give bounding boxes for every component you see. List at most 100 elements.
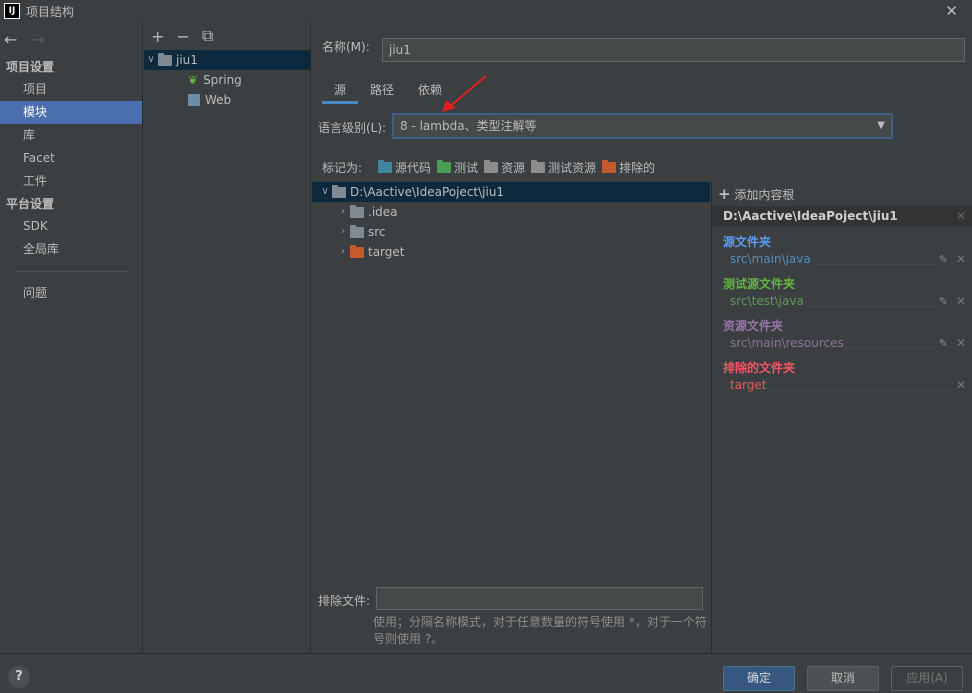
nav-section-platform-settings: 平台设置 <box>6 197 55 211</box>
facet-row-spring[interactable]: ❦ Spring <box>144 70 310 90</box>
back-arrow-icon[interactable]: ← <box>4 30 17 49</box>
nav-item-modules[interactable]: 模块 <box>0 101 142 124</box>
web-facet-icon <box>188 94 200 106</box>
nav-item-project[interactable]: 项目 <box>0 78 142 101</box>
excluded-folder-icon <box>602 160 617 173</box>
folder-icon <box>350 224 364 238</box>
nav-item-facets[interactable]: Facet <box>0 147 142 170</box>
edit-icon[interactable]: ✎ <box>939 293 948 310</box>
language-level-label: 语言级别(L): <box>318 121 387 135</box>
content-root-path: D:\Aactive\IdeaPoject\jiu1 ✕ <box>712 206 972 226</box>
edit-icon[interactable]: ✎ <box>939 251 948 268</box>
nav-item-artifacts[interactable]: 工件 <box>0 170 142 193</box>
folder-path-text: src\main\java <box>730 252 811 266</box>
exclude-files-label: 排除文件: <box>318 594 371 608</box>
nav-item-libraries[interactable]: 库 <box>0 124 142 147</box>
nav-item-global-libraries[interactable]: 全局库 <box>0 238 142 261</box>
chevron-down-icon[interactable]: ∨ <box>144 50 158 70</box>
language-level-value: 8 - lambda、类型注解等 <box>400 119 537 133</box>
excluded-folders-title: 排除的文件夹 <box>723 361 796 375</box>
content-root-path-text: D:\Aactive\IdeaPoject\jiu1 <box>723 209 898 223</box>
title-bar: IJ 项目结构 ✕ <box>0 0 972 22</box>
annotation-arrow-icon <box>442 75 487 112</box>
tree-root-label: D:\Aactive\IdeaPoject\jiu1 <box>350 185 505 199</box>
chevron-down-icon[interactable]: ∨ <box>318 182 332 202</box>
folder-path-text: target <box>730 378 767 392</box>
tree-row-src[interactable]: › src <box>312 222 710 242</box>
module-name: jiu1 <box>176 53 198 67</box>
nav-section-project-settings: 项目设置 <box>6 60 55 74</box>
facet-row-web[interactable]: Web <box>144 90 310 110</box>
excluded-folder-icon <box>350 244 364 258</box>
mark-label: 测试资源 <box>548 161 597 175</box>
remove-icon[interactable]: ✕ <box>956 293 966 310</box>
add-icon[interactable]: + <box>151 27 164 46</box>
window-title: 项目结构 <box>26 4 75 19</box>
chevron-right-icon[interactable]: › <box>336 222 350 242</box>
nav-divider <box>14 271 128 272</box>
mark-test-resources-button[interactable]: 测试资源 <box>531 159 596 176</box>
nav-item-sdks[interactable]: SDK <box>0 215 142 238</box>
forward-arrow-icon[interactable]: → <box>31 30 44 49</box>
module-name-input[interactable]: jiu1 <box>382 38 965 62</box>
module-toolbar: + − ⧉ <box>144 22 310 50</box>
folder-icon <box>332 184 346 198</box>
exclude-hint: 使用；分隔名称模式，对于任意数量的符号使用 *，对于一个符号则使用 ?。 <box>373 615 707 646</box>
remove-icon[interactable]: ✕ <box>956 251 966 268</box>
resource-folder-icon <box>484 160 499 173</box>
spring-leaf-icon: ❦ <box>188 73 199 87</box>
mark-label: 源代码 <box>395 161 432 175</box>
tree-row-idea[interactable]: › .idea <box>312 202 710 222</box>
resource-folder-path: src\main\resources ✎ ✕ <box>712 335 972 352</box>
test-resource-folder-icon <box>531 160 546 173</box>
mark-label: 资源 <box>501 161 526 175</box>
module-row-jiu1[interactable]: ∨ jiu1 <box>144 50 310 70</box>
mark-as-label: 标记为: <box>322 161 363 175</box>
remove-icon[interactable]: ✕ <box>956 377 966 394</box>
tree-row-target[interactable]: › target <box>312 242 710 262</box>
tree-item-label: src <box>368 225 386 239</box>
module-folder-icon <box>158 52 172 66</box>
content-tree: ∨ D:\Aactive\IdeaPoject\jiu1 › .idea › s… <box>312 182 710 582</box>
tab-paths[interactable]: 路径 <box>358 78 406 104</box>
facet-name: Spring <box>203 73 242 87</box>
ok-button[interactable]: 确定 <box>723 666 795 691</box>
apply-button[interactable]: 应用(A) <box>891 666 963 691</box>
remove-root-icon[interactable]: ✕ <box>956 206 966 226</box>
mark-resources-button[interactable]: 资源 <box>484 159 525 176</box>
close-icon[interactable]: ✕ <box>945 2 958 20</box>
mark-sources-button[interactable]: 源代码 <box>378 159 431 176</box>
excluded-folder-path: target ✕ <box>712 377 972 394</box>
source-folder-icon <box>378 160 393 173</box>
resource-folders-title: 资源文件夹 <box>723 319 784 333</box>
chevron-right-icon[interactable]: › <box>336 202 350 222</box>
dropdown-caret-icon: ▼ <box>877 120 885 131</box>
language-level-select[interactable]: 8 - lambda、类型注解等 ▼ <box>392 113 893 139</box>
chevron-right-icon[interactable]: › <box>336 242 350 262</box>
add-icon: + <box>718 185 731 203</box>
copy-icon[interactable]: ⧉ <box>202 26 213 46</box>
remove-icon[interactable]: − <box>176 27 189 46</box>
content-roots-panel: + 添加内容根 D:\Aactive\IdeaPoject\jiu1 ✕ 源文件… <box>711 182 972 653</box>
edit-icon[interactable]: ✎ <box>939 335 948 352</box>
mark-label: 排除的 <box>619 161 656 175</box>
tree-row-root[interactable]: ∨ D:\Aactive\IdeaPoject\jiu1 <box>312 182 710 202</box>
test-source-folders-title: 测试源文件夹 <box>723 277 796 291</box>
name-label: 名称(M): <box>322 40 370 54</box>
add-content-root-label: 添加内容根 <box>734 188 795 202</box>
nav-item-problems[interactable]: 问题 <box>0 282 142 305</box>
folder-icon <box>350 204 364 218</box>
exclude-files-input[interactable] <box>376 587 703 610</box>
intellij-app-icon: IJ <box>4 3 20 19</box>
remove-icon[interactable]: ✕ <box>956 335 966 352</box>
mark-tests-button[interactable]: 测试 <box>437 159 478 176</box>
facet-name: Web <box>205 93 232 107</box>
tab-sources[interactable]: 源 <box>322 78 359 104</box>
mark-as-bar: 标记为: 源代码 测试 资源 测试资源 排除的 <box>322 159 655 176</box>
cancel-button[interactable]: 取消 <box>807 666 879 691</box>
help-icon[interactable]: ? <box>8 666 30 688</box>
mark-excluded-button[interactable]: 排除的 <box>602 159 655 176</box>
add-content-root-button[interactable]: + 添加内容根 <box>712 182 972 206</box>
nav-arrows: ← → <box>0 22 142 56</box>
tree-item-label: .idea <box>368 205 398 219</box>
